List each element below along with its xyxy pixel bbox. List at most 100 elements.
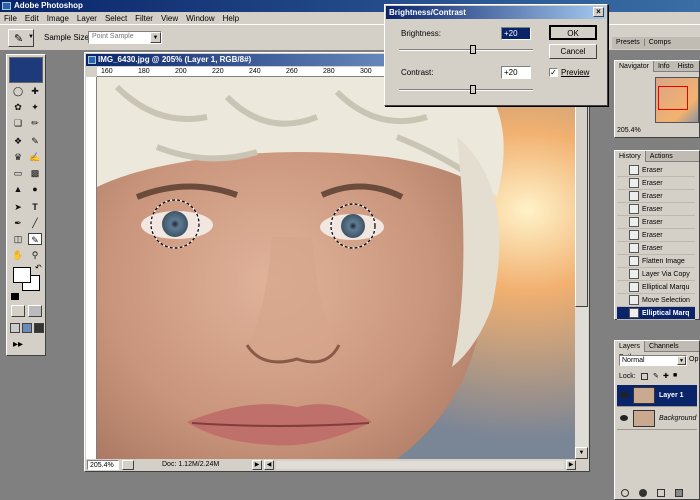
screen-mode-menu-icon[interactable] (22, 323, 32, 333)
zoom-level-field[interactable]: 205.4% (87, 460, 119, 470)
menu-window[interactable]: Window (182, 12, 218, 25)
menu-edit[interactable]: Edit (21, 12, 43, 25)
scroll-down-icon[interactable]: ▼ (575, 447, 588, 459)
gradient-tool-icon[interactable]: ▩ (28, 167, 42, 179)
new-layer-icon[interactable] (675, 489, 683, 497)
layer-mask-icon[interactable] (657, 489, 665, 497)
quick-mask-mode-icon[interactable] (28, 305, 42, 317)
screen-mode-standard-icon[interactable] (10, 323, 20, 333)
history-item[interactable]: Eraser (617, 177, 695, 190)
default-colors-icon[interactable] (11, 293, 19, 300)
lock-pixels-icon[interactable]: ✎ (653, 372, 659, 380)
history-item[interactable]: Eraser (617, 229, 695, 242)
tab-comps[interactable]: Comps (645, 39, 675, 46)
menu-help[interactable]: Help (219, 12, 243, 25)
lock-all-icon[interactable]: ■ (673, 372, 677, 379)
navigator-view-box[interactable] (658, 86, 688, 110)
path-selection-tool-icon[interactable]: ➤ (11, 201, 25, 213)
line-tool-icon[interactable]: ╱ (28, 217, 42, 229)
eraser-tool-icon[interactable]: ▭ (11, 167, 25, 179)
screen-mode-full-icon[interactable] (34, 323, 44, 333)
menu-select[interactable]: Select (101, 12, 131, 25)
eye-icon[interactable] (620, 415, 628, 421)
menu-file[interactable]: File (0, 12, 21, 25)
contrast-slider-thumb[interactable] (469, 85, 476, 94)
chevron-down-icon[interactable]: ▼ (677, 356, 686, 365)
navigator-thumbnail[interactable] (655, 77, 699, 123)
horizontal-scrollbar[interactable] (276, 461, 564, 469)
vertical-scrollbar[interactable]: ▲ ▼ (575, 67, 588, 459)
brightness-value-input[interactable]: +20 (501, 27, 531, 40)
jump-to-imageready-icon[interactable]: ▸▸ (13, 339, 23, 350)
ok-button[interactable]: OK (549, 25, 597, 40)
history-item[interactable]: Eraser (617, 190, 695, 203)
close-icon[interactable]: × (593, 7, 604, 17)
eyedropper-tool-icon[interactable]: ✎ (28, 233, 42, 245)
sample-size-select[interactable]: Point Sample ▼ (88, 31, 162, 44)
history-item[interactable]: Eraser (617, 242, 695, 255)
standard-mode-icon[interactable] (11, 305, 25, 317)
menu-layer[interactable]: Layer (73, 12, 101, 25)
contrast-slider-track[interactable] (399, 85, 533, 94)
brightness-slider-thumb[interactable] (469, 45, 476, 54)
move-tool-icon[interactable]: ✚ (28, 85, 42, 97)
brush-tool-icon[interactable]: ✎ (28, 135, 42, 147)
tab-navigator[interactable]: Navigator (615, 61, 654, 72)
history-item[interactable]: Elliptical Marqu (617, 281, 695, 294)
menu-view[interactable]: View (157, 12, 182, 25)
navigator-zoom[interactable]: 205.4% (617, 127, 641, 134)
pen-tool-icon[interactable]: ✒ (11, 217, 25, 229)
scroll-right-icon[interactable]: ▶ (566, 460, 576, 470)
history-brush-tool-icon[interactable]: ✍ (28, 151, 42, 163)
history-item[interactable]: Eraser (617, 203, 695, 216)
cancel-button[interactable]: Cancel (549, 44, 597, 59)
crop-tool-icon[interactable]: ❏ (11, 117, 25, 129)
history-item-selected[interactable]: Elliptical Marq (617, 307, 695, 320)
layer-row-selected[interactable]: Layer 1 (617, 385, 697, 407)
foreground-color-swatch[interactable] (13, 267, 31, 283)
magic-wand-tool-icon[interactable]: ✦ (28, 101, 42, 113)
marquee-tool-icon[interactable]: ◯ (11, 85, 25, 97)
menu-filter[interactable]: Filter (131, 12, 157, 25)
tab-actions[interactable]: Actions (646, 151, 677, 162)
history-item[interactable]: Move Selection (617, 294, 695, 307)
status-menu-icon[interactable] (122, 460, 134, 470)
history-item[interactable]: Eraser (617, 216, 695, 229)
tab-channels[interactable]: Channels (645, 341, 683, 352)
clone-stamp-tool-icon[interactable]: ♛ (11, 151, 25, 163)
tab-presets[interactable]: Presets (612, 39, 645, 46)
tab-layers[interactable]: Layers (615, 341, 646, 352)
hand-tool-icon[interactable]: ✋ (11, 249, 25, 261)
menu-image[interactable]: Image (43, 12, 73, 25)
preview-checkbox[interactable]: ✓ (549, 68, 558, 77)
swap-colors-icon[interactable]: ↶ (35, 263, 42, 272)
notes-tool-icon[interactable]: ◫ (11, 233, 25, 245)
slice-tool-icon[interactable]: ✏ (28, 117, 42, 129)
status-arrow-icon[interactable]: ▶ (252, 460, 262, 470)
tab-histogram[interactable]: Histo (674, 61, 698, 72)
tool-preset-picker[interactable]: ✎ ▼ (8, 29, 34, 47)
history-item[interactable]: Layer Via Copy (617, 268, 695, 281)
contrast-value-input[interactable]: +20 (501, 66, 531, 79)
layer-style-icon[interactable] (639, 489, 647, 497)
blend-mode-select[interactable]: Normal ▼ (619, 355, 687, 366)
zoom-tool-icon[interactable]: ⚲ (28, 249, 42, 261)
image-canvas[interactable] (97, 77, 575, 459)
layer-row[interactable]: Background (617, 408, 697, 430)
eye-icon[interactable] (620, 392, 628, 398)
scroll-thumb[interactable] (575, 87, 588, 307)
tab-history[interactable]: History (615, 151, 646, 162)
lock-position-icon[interactable]: ✚ (663, 372, 669, 380)
link-layers-icon[interactable] (621, 489, 629, 497)
history-item[interactable]: Eraser (617, 164, 695, 177)
history-item[interactable]: Flatten Image (617, 255, 695, 268)
chevron-down-icon[interactable]: ▼ (150, 32, 161, 43)
brightness-slider-track[interactable] (399, 45, 533, 54)
type-tool-icon[interactable]: T (28, 201, 42, 213)
blur-tool-icon[interactable]: ▲ (11, 183, 25, 195)
lasso-tool-icon[interactable]: ✿ (11, 101, 25, 113)
lock-transparency-icon[interactable] (641, 373, 648, 380)
scroll-left-icon[interactable]: ◀ (264, 460, 274, 470)
healing-brush-tool-icon[interactable]: ❖ (11, 135, 25, 147)
tab-info[interactable]: Info (654, 61, 674, 72)
